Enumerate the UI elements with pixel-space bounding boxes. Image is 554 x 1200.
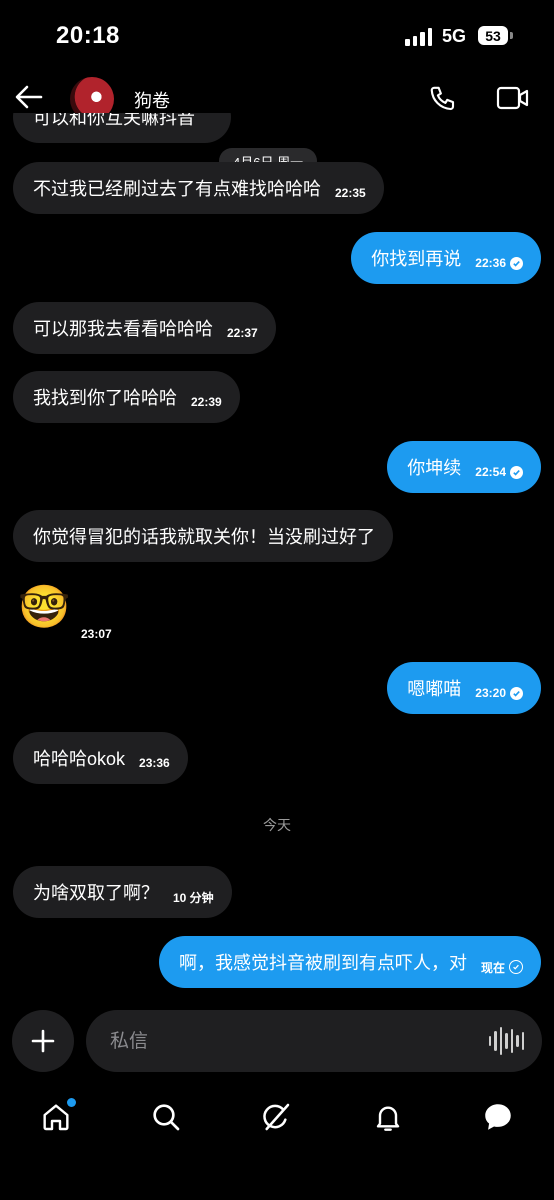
contact-name[interactable]: 狗卷 [134, 87, 170, 113]
message-text: 为啥双取了啊？ [33, 883, 159, 903]
status-time: 20:18 [56, 22, 120, 49]
sent-check-icon [509, 960, 523, 974]
message-text: 啊，我感觉抖音被刷到有点吓人，对 [178, 953, 467, 973]
message-bubble[interactable]: 可以那我去看看哈哈哈 22:37 [13, 302, 276, 354]
voice-wave-icon[interactable] [488, 1027, 524, 1055]
grok-icon [263, 1103, 290, 1131]
battery-level: 53 [485, 27, 501, 44]
message-text: 可以和你互关嘛抖音 [33, 113, 195, 128]
message-time: 10 分钟 [173, 890, 214, 905]
back-arrow-icon[interactable] [14, 84, 44, 110]
message-time: 22:36 [475, 256, 506, 270]
message-time-wrap: 23:20 [475, 686, 523, 700]
message-bubble[interactable]: 你找到再说 22:36 [351, 232, 541, 284]
nav-home[interactable] [34, 1095, 78, 1139]
message-text: 可以那我去看看哈哈哈 [33, 319, 213, 339]
message-text: 你坤续 [407, 458, 462, 478]
message-composer[interactable] [86, 1010, 542, 1074]
read-check-icon [510, 465, 523, 479]
nav-messages[interactable] [476, 1095, 520, 1139]
message-time: 22:35 [335, 186, 366, 200]
message-time: 22:37 [227, 326, 258, 340]
nav-grok[interactable] [254, 1095, 298, 1139]
plus-button[interactable] [12, 1010, 74, 1072]
message-text: 嗯嘟喵 [407, 679, 462, 699]
network-label: 5G [442, 26, 467, 46]
notification-dot [67, 1098, 76, 1107]
nav-search[interactable] [144, 1095, 188, 1139]
message-time: 23:36 [139, 756, 170, 770]
message-time: 22:54 [475, 465, 506, 479]
message-bubble[interactable]: 为啥双取了啊？ 10 分钟 [13, 866, 232, 918]
message-time-wrap: 22:54 [475, 465, 523, 479]
nav-notifications[interactable] [366, 1095, 410, 1139]
message-bubble[interactable]: 不过我已经刷过去了有点难找哈哈哈 22:35 [13, 162, 384, 214]
message-bubble[interactable]: 嗯嘟喵 23:20 [387, 662, 541, 714]
message-text: 不过我已经刷过去了有点难找哈哈哈 [33, 179, 321, 199]
message-time: 现在 [480, 960, 505, 975]
signal-icon [405, 28, 433, 46]
phone-icon[interactable] [428, 84, 458, 119]
battery-icon: 53 [478, 26, 508, 45]
message-time-wrap: 22:36 [475, 256, 523, 270]
bell-icon [376, 1106, 400, 1131]
message-text: 哈哈哈okok [33, 749, 126, 769]
message-text: 你找到再说 [371, 249, 462, 269]
message-text: 我找到你了哈哈哈 [33, 388, 177, 408]
message-time: 23:07 [81, 627, 112, 641]
message-input[interactable] [108, 1010, 472, 1074]
day-separator: 今天 [263, 817, 291, 833]
emoji-message[interactable]: 🤓 [18, 583, 70, 631]
messages-icon [485, 1104, 511, 1130]
message-bubble[interactable]: 你觉得冒犯的话我就取关你！当没刷过好了 [13, 510, 393, 562]
read-check-icon [510, 686, 523, 700]
partial-message[interactable]: 可以和你互关嘛抖音 [13, 113, 231, 155]
read-check-icon [510, 256, 523, 270]
message-bubble[interactable]: 你坤续 22:54 [387, 441, 541, 493]
message-time: 23:20 [475, 686, 506, 700]
message-bubble[interactable]: 啊，我感觉抖音被刷到有点吓人，对 现在 [158, 936, 541, 988]
message-bubble[interactable]: 哈哈哈okok 23:36 [13, 732, 188, 784]
message-bubble[interactable]: 我找到你了哈哈哈 22:39 [13, 371, 240, 423]
video-icon[interactable] [496, 84, 530, 117]
message-bubble[interactable]: 可以和你互关嘛抖音 [13, 113, 231, 143]
home-icon [43, 1104, 69, 1131]
plus-icon [31, 1029, 55, 1053]
message-time-wrap: 现在 [481, 959, 523, 976]
message-time: 22:39 [191, 395, 222, 409]
search-icon [153, 1104, 180, 1131]
battery-tip [510, 32, 513, 39]
message-text: 你觉得冒犯的话我就取关你！当没刷过好了 [33, 527, 375, 547]
